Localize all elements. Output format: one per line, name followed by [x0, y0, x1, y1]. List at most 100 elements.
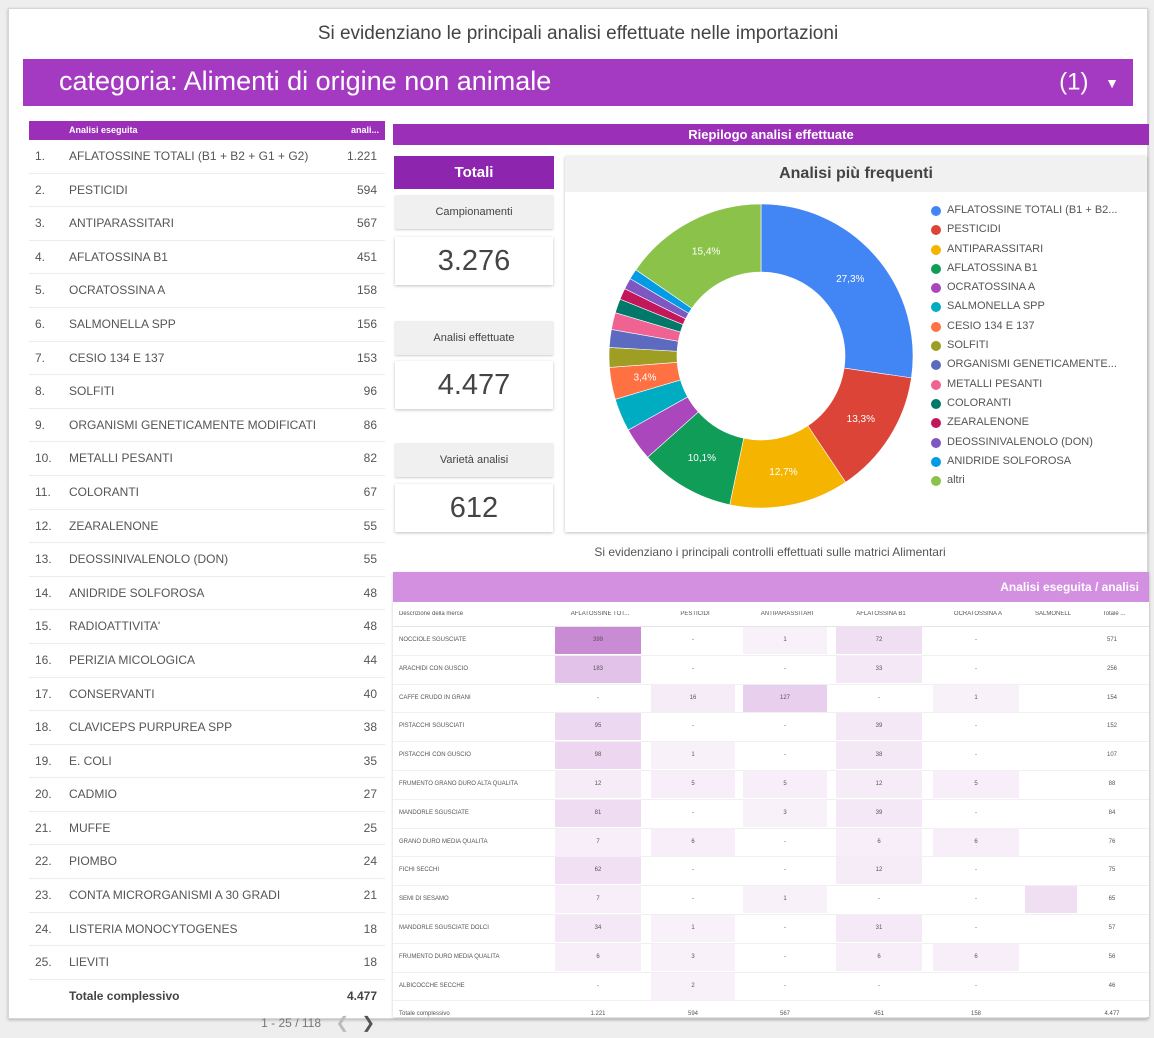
chevron-left-icon[interactable]: ❮: [336, 1013, 349, 1033]
row-label: ANIDRIDE SOLFOROSA: [69, 585, 205, 600]
table-row[interactable]: 4. AFLATOSSINA B1 451: [29, 241, 385, 275]
pivot-column-header[interactable]: Totale ...: [1085, 611, 1143, 617]
pivot-cell: 34: [555, 914, 641, 942]
pivot-row-label: FICHI SECCHI: [399, 867, 440, 874]
table-row[interactable]: 12. ZEARALENONE 55: [29, 510, 385, 544]
pivot-column-header[interactable]: ANTIPARASSITARI: [743, 611, 831, 617]
pivot-table: Analisi eseguita / analisi Descrizione d…: [393, 572, 1149, 1031]
column-header-count[interactable]: anali...: [351, 125, 379, 135]
pivot-cell: -: [975, 924, 977, 931]
donut-chart[interactable]: 27,3% 13,3% 12,7% 10,1% 3,4% 15,4%: [583, 196, 923, 526]
pivot-cell: 127: [743, 684, 827, 712]
table-row[interactable]: 15. RADIOATTIVITA' 48: [29, 610, 385, 644]
pivot-column-header[interactable]: Descrizione della merce: [399, 611, 549, 617]
table-row[interactable]: 24. LISTERIA MONOCYTOGENES 18: [29, 913, 385, 947]
table-row[interactable]: 2. PESTICIDI 594: [29, 174, 385, 208]
category-selector[interactable]: (1) ▼: [1059, 68, 1119, 97]
table-row[interactable]: 19. E. COLI 35: [29, 745, 385, 779]
pivot-column-header[interactable]: AFLATOSSINE TOT...: [555, 611, 645, 617]
pivot-column-header[interactable]: OCRATOSSINA A: [933, 611, 1023, 617]
donut-slice[interactable]: [760, 203, 914, 379]
row-value: 25: [363, 820, 377, 835]
pivot-column-header[interactable]: PESTICIDI: [651, 611, 739, 617]
pivot-cell: -: [975, 982, 977, 989]
pivot-cell: -: [692, 723, 694, 730]
total-label: Totale complessivo: [69, 988, 180, 1003]
pivot-row[interactable]: ALBICOCCHE SECCHE - 2 - - - 46: [393, 972, 1149, 1002]
pivot-row-label: PISTACCHI CON GUSCIO: [399, 752, 471, 759]
category-prefix: categoria: [59, 66, 171, 96]
table-row[interactable]: 5. OCRATOSSINA A 158: [29, 274, 385, 308]
pivot-cell: 46: [1108, 982, 1116, 989]
row-number: 18.: [35, 720, 52, 735]
dropdown-triangle-icon[interactable]: ▼: [1105, 75, 1119, 91]
pivot-cell: [1025, 771, 1077, 798]
pivot-cell: 2: [651, 972, 735, 1000]
table-row[interactable]: 22. PIOMBO 24: [29, 845, 385, 880]
pivot-cell: 7: [555, 886, 641, 914]
pivot-cell: 31: [836, 914, 922, 942]
pivot-column-header[interactable]: AFLATOSSINA B1: [836, 611, 926, 617]
pivot-row[interactable]: GRANO DURO MEDIA QUALITA 7 6-6 6 76: [393, 828, 1149, 858]
table-row[interactable]: 25. LIEVITI 18: [29, 946, 385, 980]
pivot-cell: -: [878, 896, 880, 903]
pivot-cell: -: [692, 809, 694, 816]
table-row[interactable]: 7. CESIO 134 E 137 153: [29, 342, 385, 376]
row-number: 1.: [35, 149, 46, 163]
chevron-right-icon[interactable]: ❯: [362, 1013, 375, 1033]
table-row[interactable]: 21. MUFFE 25: [29, 812, 385, 846]
table-row[interactable]: 16. PERIZIA MICOLOGICA 44: [29, 644, 385, 678]
legend-label: ORGANISMI GENETICAMENTE...: [947, 358, 1117, 371]
table-row[interactable]: 10. METALLI PESANTI 82: [29, 442, 385, 476]
table-row[interactable]: 6. SALMONELLA SPP 156: [29, 308, 385, 342]
pivot-cell: 56: [1108, 953, 1116, 960]
pivot-cell: -: [784, 867, 786, 874]
column-header-analisi[interactable]: Analisi eseguita: [69, 125, 138, 135]
pivot-cell: 12: [836, 770, 922, 798]
legend-label: SOLFITI: [947, 339, 989, 352]
legend-label: OCRATOSSINA A: [947, 281, 1036, 294]
table-row[interactable]: 3. ANTIPARASSITARI 567: [29, 207, 385, 241]
row-value: 158: [356, 283, 377, 298]
table-row[interactable]: 1. AFLATOSSINE TOTALI (B1 + B2 + G1 + G2)…: [29, 140, 385, 174]
pivot-row[interactable]: PISTACCHI SGUSCIATI 95 - - 39 - 152: [393, 713, 1149, 743]
table-row[interactable]: 13. DEOSSINIVALENOLO (DON) 55: [29, 543, 385, 577]
table-row[interactable]: 17. CONSERVANTI 40: [29, 678, 385, 712]
pivot-row[interactable]: MANDORLE SGUSCIATE 81 - 3 39 - 84: [393, 799, 1149, 829]
pivot-row[interactable]: ARACHIDI CON GUSCIO 183 - - 33 - 256: [393, 655, 1149, 685]
pivot-row[interactable]: NOCCIOLE SGUSCIATE 399 - 1 72 - 571: [393, 627, 1149, 656]
category-filter-bar[interactable]: categoria: Alimenti di origine non anima…: [23, 59, 1133, 106]
pivot-row[interactable]: FRUMENTO DURO MEDIA QUALITA 6 3-6 6 56: [393, 943, 1149, 973]
table-row[interactable]: 20. CADMIO 27: [29, 778, 385, 812]
pivot-row[interactable]: SEMI DI SESAMO 7 - 1 - - 65: [393, 886, 1149, 915]
pivot-column-header[interactable]: SALMONELL: [1025, 611, 1081, 617]
pivot-cell: 1.221: [590, 1011, 606, 1018]
pivot-row[interactable]: MANDORLE SGUSCIATE DOLCI 34 1 - 31 - 57: [393, 914, 1149, 944]
kpi-campionamenti-value: 3.276: [395, 237, 553, 285]
pivot-cell: -: [878, 694, 880, 701]
table-row[interactable]: 14. ANIDRIDE SOLFOROSA 48: [29, 577, 385, 611]
row-number: 23.: [35, 888, 52, 903]
row-number: 20.: [35, 787, 52, 802]
slice-data-label: 3,4%: [634, 372, 657, 383]
pivot-row-label: MANDORLE SGUSCIATE: [399, 809, 469, 816]
row-number: 8.: [35, 384, 46, 399]
row-value: 21: [363, 888, 377, 903]
pivot-row[interactable]: CAFFE CRUDO IN GRANI - 16 127 - 1 154: [393, 684, 1149, 714]
pivot-cell: -: [692, 896, 694, 903]
pivot-row[interactable]: PISTACCHI CON GUSCIO 98 1 - 38 - 107: [393, 742, 1149, 771]
pivot-cell: 95: [555, 713, 641, 741]
row-label: MUFFE: [69, 820, 111, 835]
slice-data-label: 10,1%: [688, 453, 716, 464]
table-row[interactable]: 9. ORGANISMI GENETICAMENTE MODIFICATI 86: [29, 409, 385, 443]
pivot-row[interactable]: FICHI SECCHI 62 - - 12 - 75: [393, 857, 1149, 887]
row-value: 40: [363, 686, 377, 701]
pivot-total-row[interactable]: Totale complessivo 1.221 594 567 451 158 4.477: [393, 1001, 1149, 1031]
pivot-row[interactable]: FRUMENTO GRANO DURO ALTA QUALITA 12 5 5 12 5 8…: [393, 770, 1149, 800]
row-number: 11.: [35, 484, 51, 499]
table-row[interactable]: 8. SOLFITI 96: [29, 375, 385, 409]
table-row[interactable]: 11. COLORANTI 67: [29, 476, 385, 510]
row-number: 2.: [35, 182, 46, 197]
table-row[interactable]: 18. CLAVICEPS PURPUREA SPP 38: [29, 711, 385, 745]
table-row[interactable]: 23. CONTA MICRORGANISMI A 30 GRADI 21: [29, 879, 385, 913]
